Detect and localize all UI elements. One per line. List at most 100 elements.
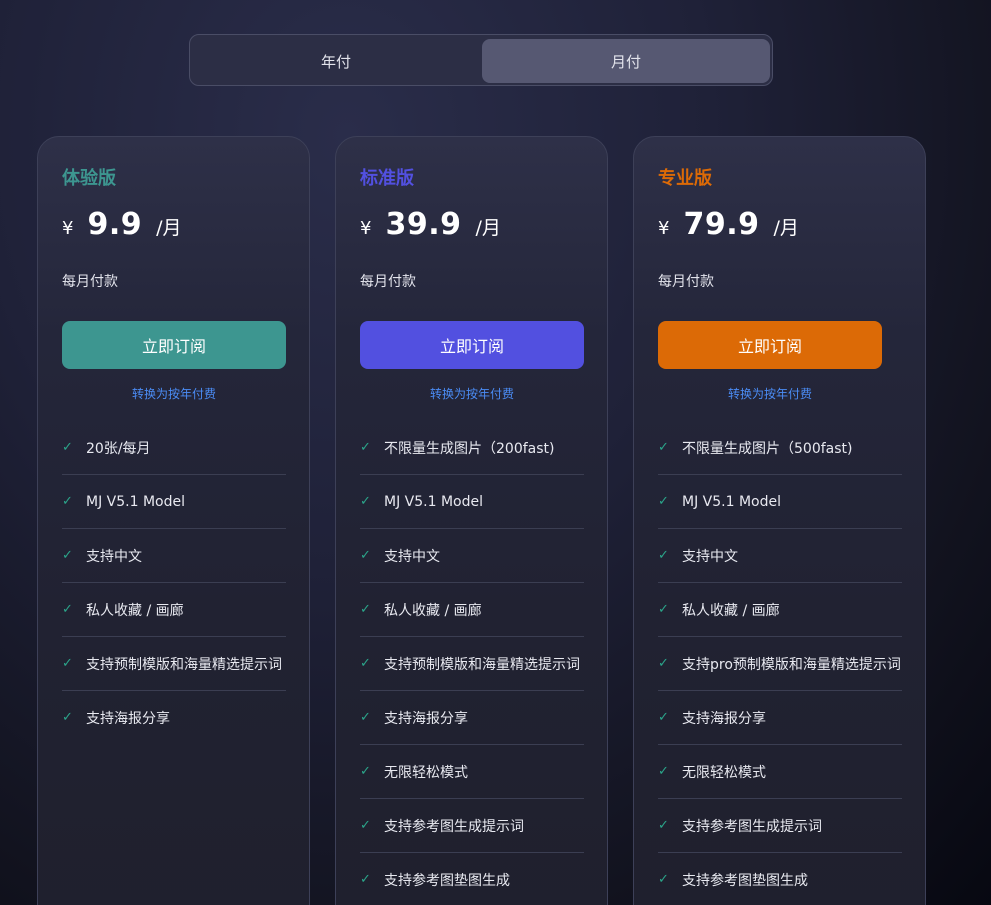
feature-item: ✓ MJ V5.1 Model xyxy=(360,475,584,529)
plan-name: 标准版 xyxy=(360,168,414,189)
monthly-tab[interactable]: 月付 xyxy=(482,39,770,83)
feature-item: ✓ 支持预制模版和海量精选提示词 xyxy=(62,637,286,691)
check-icon: ✓ xyxy=(360,602,371,617)
price-unit: /月 xyxy=(475,217,501,239)
check-icon: ✓ xyxy=(658,872,669,887)
feature-item: ✓ 不限量生成图片（500fast) xyxy=(658,421,902,475)
feature-item: ✓ 无限轻松模式 xyxy=(360,745,584,799)
feature-text: 支持中文 xyxy=(384,548,440,565)
feature-text: 不限量生成图片（200fast) xyxy=(384,440,555,457)
feature-text: 支持中文 xyxy=(86,548,142,565)
feature-text: MJ V5.1 Model xyxy=(682,493,781,510)
check-icon: ✓ xyxy=(658,548,669,563)
check-icon: ✓ xyxy=(62,710,73,725)
feature-item: ✓ MJ V5.1 Model xyxy=(62,475,286,529)
feature-item: ✓ 不限量生成图片（200fast) xyxy=(360,421,584,475)
feature-item: ✓ 支持中文 xyxy=(360,529,584,583)
feature-text: 支持海报分享 xyxy=(682,710,766,727)
feature-text: 无限轻松模式 xyxy=(384,764,468,781)
check-icon: ✓ xyxy=(360,656,371,671)
feature-text: 支持海报分享 xyxy=(384,710,468,727)
feature-text: 私人收藏 / 画廊 xyxy=(384,602,482,619)
feature-item: ✓ 支持海报分享 xyxy=(658,691,902,745)
feature-text: 支持参考图垫图生成 xyxy=(384,872,510,889)
currency-symbol: ¥ xyxy=(62,218,74,239)
check-icon: ✓ xyxy=(360,494,371,509)
check-icon: ✓ xyxy=(62,548,73,563)
feature-list: ✓ 不限量生成图片（200fast) ✓ MJ V5.1 Model ✓ 支持中文 ✓ 私人收… xyxy=(360,421,584,905)
billing-note: 每月付款 xyxy=(62,274,118,290)
billing-toggle: 年付 月付 xyxy=(189,34,773,86)
feature-text: 支持预制模版和海量精选提示词 xyxy=(384,656,580,673)
subscribe-button[interactable]: 立即订阅 xyxy=(360,321,584,369)
plan-name: 体验版 xyxy=(62,168,116,189)
feature-item: ✓ 私人收藏 / 画廊 xyxy=(360,583,584,637)
plan-card-standard: 标准版 ¥ 39.9 /月 每月付款 立即订阅 转换为按年付费 ✓ 不限量生成图片… xyxy=(335,136,608,905)
feature-text: 支持预制模版和海量精选提示词 xyxy=(86,656,282,673)
subscribe-button[interactable]: 立即订阅 xyxy=(658,321,882,369)
check-icon: ✓ xyxy=(658,818,669,833)
feature-text: MJ V5.1 Model xyxy=(384,493,483,510)
feature-text: 支持中文 xyxy=(682,548,738,565)
currency-symbol: ¥ xyxy=(658,218,670,239)
check-icon: ✓ xyxy=(658,656,669,671)
plan-name: 专业版 xyxy=(658,168,712,189)
price-row: ¥ 79.9 /月 xyxy=(658,207,799,242)
check-icon: ✓ xyxy=(360,872,371,887)
yearly-tab[interactable]: 年付 xyxy=(194,39,478,83)
feature-item: ✓ 支持海报分享 xyxy=(62,691,286,744)
feature-item: ✓ 支持参考图垫图生成 xyxy=(360,853,584,905)
feature-item: ✓ 支持参考图垫图生成 xyxy=(658,853,902,905)
check-icon: ✓ xyxy=(658,602,669,617)
feature-item: ✓ MJ V5.1 Model xyxy=(658,475,902,529)
feature-text: 私人收藏 / 画廊 xyxy=(86,602,184,619)
feature-text: 无限轻松模式 xyxy=(682,764,766,781)
price-unit: /月 xyxy=(156,217,182,239)
price-amount: 79.9 xyxy=(683,207,760,242)
price-amount: 39.9 xyxy=(385,207,462,242)
billing-note: 每月付款 xyxy=(360,274,416,290)
check-icon: ✓ xyxy=(62,602,73,617)
check-icon: ✓ xyxy=(360,440,371,455)
check-icon: ✓ xyxy=(62,494,73,509)
feature-text: 支持参考图生成提示词 xyxy=(384,818,524,835)
feature-item: ✓ 支持预制模版和海量精选提示词 xyxy=(360,637,584,691)
feature-text: 20张/每月 xyxy=(86,440,151,457)
plan-card-pro: 专业版 ¥ 79.9 /月 每月付款 立即订阅 转换为按年付费 ✓ 不限量生成图片… xyxy=(633,136,926,905)
feature-text: MJ V5.1 Model xyxy=(86,493,185,510)
switch-to-yearly-link[interactable]: 转换为按年付费 xyxy=(658,385,882,402)
check-icon: ✓ xyxy=(360,818,371,833)
price-row: ¥ 39.9 /月 xyxy=(360,207,501,242)
feature-text: 支持pro预制模版和海量精选提示词 xyxy=(682,656,901,673)
feature-item: ✓ 支持中文 xyxy=(62,529,286,583)
subscribe-button[interactable]: 立即订阅 xyxy=(62,321,286,369)
check-icon: ✓ xyxy=(658,494,669,509)
feature-item: ✓ 20张/每月 xyxy=(62,421,286,475)
price-amount: 9.9 xyxy=(87,207,143,242)
feature-item: ✓ 支持海报分享 xyxy=(360,691,584,745)
feature-item: ✓ 私人收藏 / 画廊 xyxy=(658,583,902,637)
check-icon: ✓ xyxy=(658,764,669,779)
price-unit: /月 xyxy=(773,217,799,239)
feature-text: 支持海报分享 xyxy=(86,710,170,727)
check-icon: ✓ xyxy=(62,440,73,455)
plan-card-trial: 体验版 ¥ 9.9 /月 每月付款 立即订阅 转换为按年付费 ✓ 20张/每月 ✓ M… xyxy=(37,136,310,905)
feature-item: ✓ 支持中文 xyxy=(658,529,902,583)
feature-item: ✓ 支持参考图生成提示词 xyxy=(360,799,584,853)
feature-item: ✓ 无限轻松模式 xyxy=(658,745,902,799)
switch-to-yearly-link[interactable]: 转换为按年付费 xyxy=(62,385,286,402)
feature-text: 私人收藏 / 画廊 xyxy=(682,602,780,619)
billing-note: 每月付款 xyxy=(658,274,714,290)
feature-item: ✓ 私人收藏 / 画廊 xyxy=(62,583,286,637)
feature-list: ✓ 不限量生成图片（500fast) ✓ MJ V5.1 Model ✓ 支持中文 ✓ 私人收… xyxy=(658,421,902,905)
feature-text: 不限量生成图片（500fast) xyxy=(682,440,853,457)
check-icon: ✓ xyxy=(360,710,371,725)
feature-item: ✓ 支持pro预制模版和海量精选提示词 xyxy=(658,637,902,691)
feature-item: ✓ 支持参考图生成提示词 xyxy=(658,799,902,853)
price-row: ¥ 9.9 /月 xyxy=(62,207,182,242)
check-icon: ✓ xyxy=(658,440,669,455)
switch-to-yearly-link[interactable]: 转换为按年付费 xyxy=(360,385,584,402)
check-icon: ✓ xyxy=(360,548,371,563)
feature-text: 支持参考图生成提示词 xyxy=(682,818,822,835)
check-icon: ✓ xyxy=(658,710,669,725)
